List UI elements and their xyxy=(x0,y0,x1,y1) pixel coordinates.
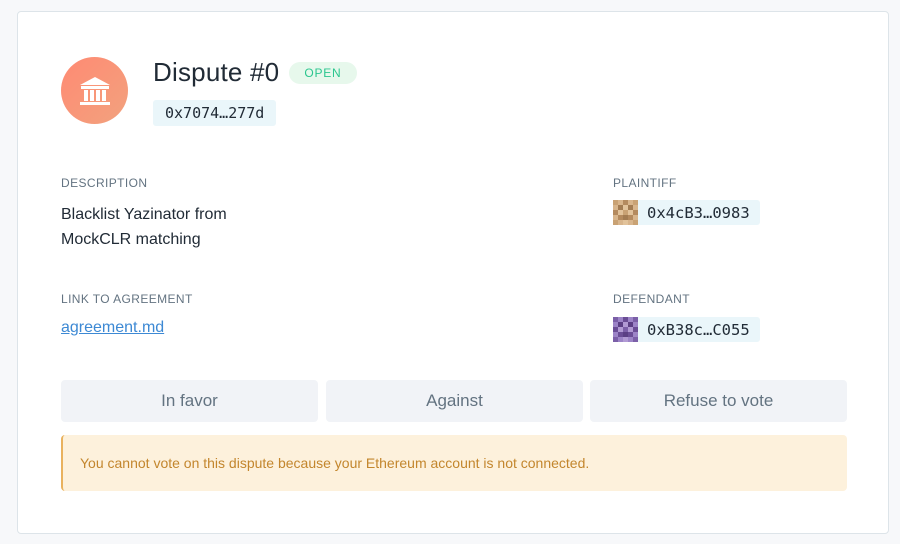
plaintiff-identity[interactable]: 0x4cB3…0983 xyxy=(613,200,760,225)
defendant-label: DEFENDANT xyxy=(613,292,690,306)
plaintiff-label: PLAINTIFF xyxy=(613,176,677,190)
description-label: DESCRIPTION xyxy=(61,176,148,190)
in-favor-button[interactable]: In favor xyxy=(61,380,318,422)
dispute-avatar xyxy=(61,57,128,124)
warning-banner: You cannot vote on this dispute because … xyxy=(61,435,847,491)
plaintiff-address: 0x4cB3…0983 xyxy=(647,203,750,222)
plaintiff-avatar xyxy=(613,200,638,225)
defendant-avatar xyxy=(613,317,638,342)
page-title: Dispute #0 xyxy=(153,57,280,87)
dispute-address[interactable]: 0x7074…277d xyxy=(153,100,277,126)
status-badge: OPEN xyxy=(289,61,357,84)
warning-text: You cannot vote on this dispute because … xyxy=(80,455,590,471)
description-text: Blacklist Yazinator from MockCLR matchin… xyxy=(61,206,227,248)
agreement-label: LINK TO AGREEMENT xyxy=(61,292,193,306)
agreement-link[interactable]: agreement.md xyxy=(61,319,164,337)
defendant-address: 0xB38c…C055 xyxy=(647,320,750,339)
title-row: Dispute #0 OPEN xyxy=(153,57,357,88)
against-button[interactable]: Against xyxy=(326,380,583,422)
dispute-card: Dispute #0 OPEN 0x7074…277d DESCRIPTION … xyxy=(17,11,889,534)
defendant-identity[interactable]: 0xB38c…C055 xyxy=(613,317,760,342)
bank-icon xyxy=(79,76,110,105)
refuse-to-vote-button[interactable]: Refuse to vote xyxy=(590,380,847,422)
